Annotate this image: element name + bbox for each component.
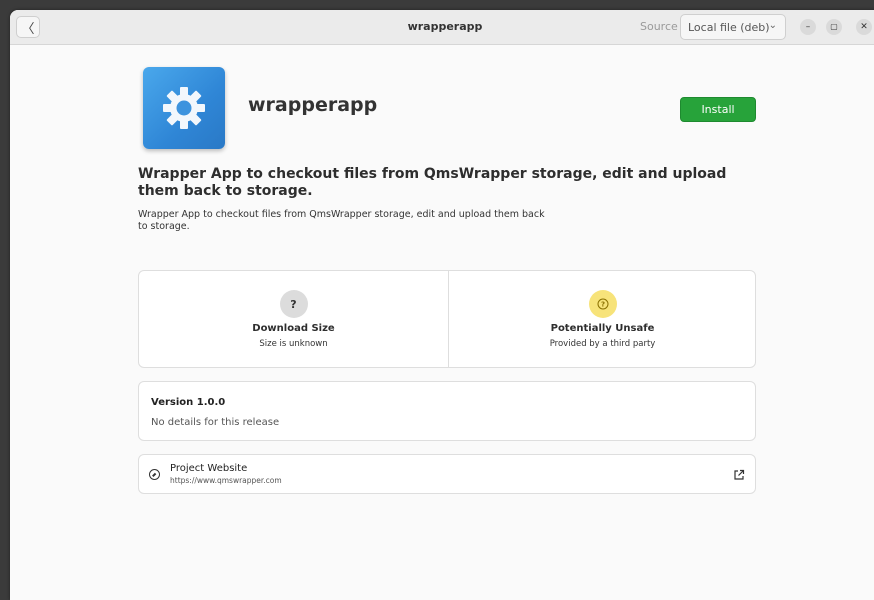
external-link-icon bbox=[734, 469, 745, 480]
app-window: 〈 wrapperapp Source Local file (deb) ⌄ –… bbox=[10, 10, 874, 600]
download-size-title: Download Size bbox=[252, 323, 335, 334]
close-icon: ✕ bbox=[860, 21, 868, 32]
version-title: Version 1.0.0 bbox=[151, 397, 226, 408]
version-details: No details for this release bbox=[151, 417, 280, 428]
header-bar: 〈 wrapperapp Source Local file (deb) ⌄ –… bbox=[10, 10, 874, 45]
project-website-title: Project Website bbox=[170, 463, 248, 474]
source-value: Local file (deb) bbox=[688, 20, 770, 34]
app-description: Wrapper App to checkout files from QmsWr… bbox=[138, 209, 545, 232]
project-website-row[interactable]: Project Website https://www.qmswrapper.c… bbox=[138, 454, 756, 494]
app-summary: Wrapper App to checkout files from QmsWr… bbox=[138, 166, 727, 199]
warning-icon: ? bbox=[588, 290, 617, 318]
question-glyph: ? bbox=[600, 301, 604, 309]
download-size-subtitle: Size is unknown bbox=[259, 339, 328, 349]
minimize-icon: – bbox=[805, 21, 811, 32]
project-website-url: https://www.qmswrapper.com bbox=[170, 476, 282, 485]
question-icon: ? bbox=[279, 290, 308, 318]
source-dropdown[interactable]: Local file (deb) ⌄ bbox=[680, 14, 786, 40]
chevron-down-icon: ⌄ bbox=[768, 20, 777, 31]
app-name: wrapperapp bbox=[248, 94, 378, 116]
chevron-left-icon: 〈 bbox=[21, 21, 35, 37]
gear-icon bbox=[163, 87, 205, 129]
close-button[interactable]: ✕ bbox=[856, 19, 872, 35]
minimize-button[interactable]: – bbox=[800, 19, 816, 35]
maximize-button[interactable]: ▢ bbox=[826, 19, 842, 35]
download-size-tile[interactable]: ? Download Size Size is unknown bbox=[139, 271, 448, 367]
safety-tile[interactable]: ? Potentially Unsafe Provided by a third… bbox=[448, 271, 756, 367]
safety-subtitle: Provided by a third party bbox=[549, 339, 656, 349]
safety-title: Potentially Unsafe bbox=[550, 323, 655, 334]
install-button[interactable]: Install bbox=[680, 97, 756, 122]
source-label: Source bbox=[640, 20, 678, 33]
version-card: Version 1.0.0 No details for this releas… bbox=[138, 381, 756, 441]
app-icon bbox=[143, 67, 225, 149]
question-circle-icon: ? bbox=[597, 298, 608, 310]
info-tiles: ? Download Size Size is unknown ? Potent… bbox=[138, 270, 756, 368]
compass-icon bbox=[149, 469, 160, 480]
back-button[interactable]: 〈 bbox=[16, 16, 40, 38]
maximize-icon: ▢ bbox=[830, 22, 838, 31]
